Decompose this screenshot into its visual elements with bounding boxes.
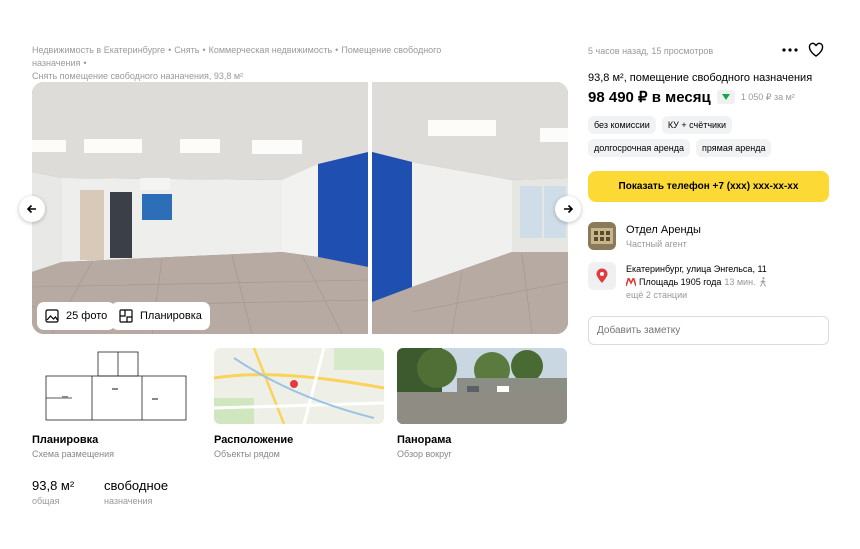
panorama-card[interactable]: Панорама Обзор вокруг	[397, 348, 567, 459]
tag: прямая аренда	[696, 139, 772, 157]
tag: долгосрочная аренда	[588, 139, 690, 157]
agent-avatar	[588, 222, 616, 250]
photos-count-label: 25 фото	[66, 310, 108, 322]
card-title: Панорама	[397, 434, 452, 446]
triangle-down-icon	[721, 94, 730, 100]
card-subtitle: Схема размещения	[32, 449, 115, 459]
agent-block[interactable]: Отдел Аренды Частный агент	[588, 222, 701, 250]
next-photo-button[interactable]	[555, 196, 581, 222]
param-value: 93,8 м²	[32, 478, 75, 493]
offer-title: 93,8 м², помещение свободного назначения	[588, 72, 813, 84]
location-card[interactable]: Расположение Объекты рядом	[214, 348, 384, 459]
photo-gallery	[32, 82, 568, 334]
main-photo[interactable]	[32, 82, 368, 334]
floor-plan-button[interactable]: Планировка	[111, 302, 210, 330]
metro-station: Площадь 1905 года	[639, 277, 722, 287]
area-param: 93,8 м² общая	[32, 478, 74, 506]
more-stations-link[interactable]: ещё 2 станции	[626, 290, 767, 300]
tag: без комиссии	[588, 116, 656, 134]
floor-plan-icon	[119, 309, 133, 323]
walking-icon	[759, 277, 766, 287]
prev-photo-button[interactable]	[19, 196, 45, 222]
tag: КУ + счётчики	[661, 116, 733, 134]
floor-plan-card[interactable]: Планировка Схема размещения	[32, 348, 202, 459]
metro-info: Площадь 1905 года 13 мин.	[626, 277, 767, 287]
price-trend-button[interactable]	[716, 90, 735, 104]
walk-time: 13 мин.	[724, 277, 756, 287]
agent-role: Частный агент	[626, 239, 687, 249]
image-icon	[45, 309, 59, 323]
map-thumbnail	[214, 348, 384, 424]
show-phone-button[interactable]: Показать телефон +7 (ххх) ххх-хх-хх	[588, 171, 829, 202]
panorama-thumbnail	[397, 348, 567, 424]
breadcrumb-link[interactable]: Снять	[174, 45, 199, 55]
address-block[interactable]: Екатеринбург, улица Энгельса, 11 Площадь…	[588, 262, 767, 300]
param-label: назначения	[104, 496, 153, 506]
purpose-param: свободное назначения	[104, 478, 168, 506]
floor-plan-label: Планировка	[140, 310, 202, 322]
price-per-sqm: 1 050 ₽ за м²	[740, 91, 795, 102]
card-subtitle: Обзор вокруг	[397, 449, 452, 459]
breadcrumb-link[interactable]: Недвижимость в Екатеринбурге	[32, 45, 165, 55]
tags: без комиссии КУ + счётчики долгосрочная …	[588, 116, 838, 157]
card-title: Планировка	[32, 434, 99, 446]
breadcrumb-current: Снять помещение свободного назначения, 9…	[32, 71, 244, 81]
secondary-photo[interactable]	[372, 82, 568, 334]
address-street: Екатеринбург, улица Энгельса, 11	[626, 264, 767, 274]
breadcrumb: Недвижимость в Екатеринбурге • Снять • Комме…	[32, 45, 442, 81]
price: 98 490 ₽ в месяц 1 050 ₽ за м²	[588, 88, 795, 106]
all-photos-button[interactable]: 25 фото	[37, 302, 116, 330]
card-title: Расположение	[214, 434, 294, 446]
heart-icon[interactable]	[808, 42, 824, 58]
map-pin-icon	[588, 262, 616, 290]
floor-plan-thumbnail	[32, 348, 202, 424]
metro-icon	[626, 278, 636, 286]
breadcrumb-link[interactable]: Коммерческая недвижимость	[209, 45, 333, 55]
more-icon[interactable]	[781, 44, 799, 56]
price-value: 98 490 ₽ в месяц	[588, 89, 711, 106]
arrow-right-icon	[564, 204, 574, 214]
param-value: свободное	[104, 478, 169, 493]
param-label: общая	[32, 496, 60, 506]
note-input[interactable]	[588, 316, 829, 345]
listing-meta: 5 часов назад, 15 просмотров	[588, 46, 714, 56]
card-subtitle: Объекты рядом	[214, 449, 280, 459]
agent-name: Отдел Аренды	[626, 224, 701, 236]
arrow-left-icon	[26, 204, 36, 214]
